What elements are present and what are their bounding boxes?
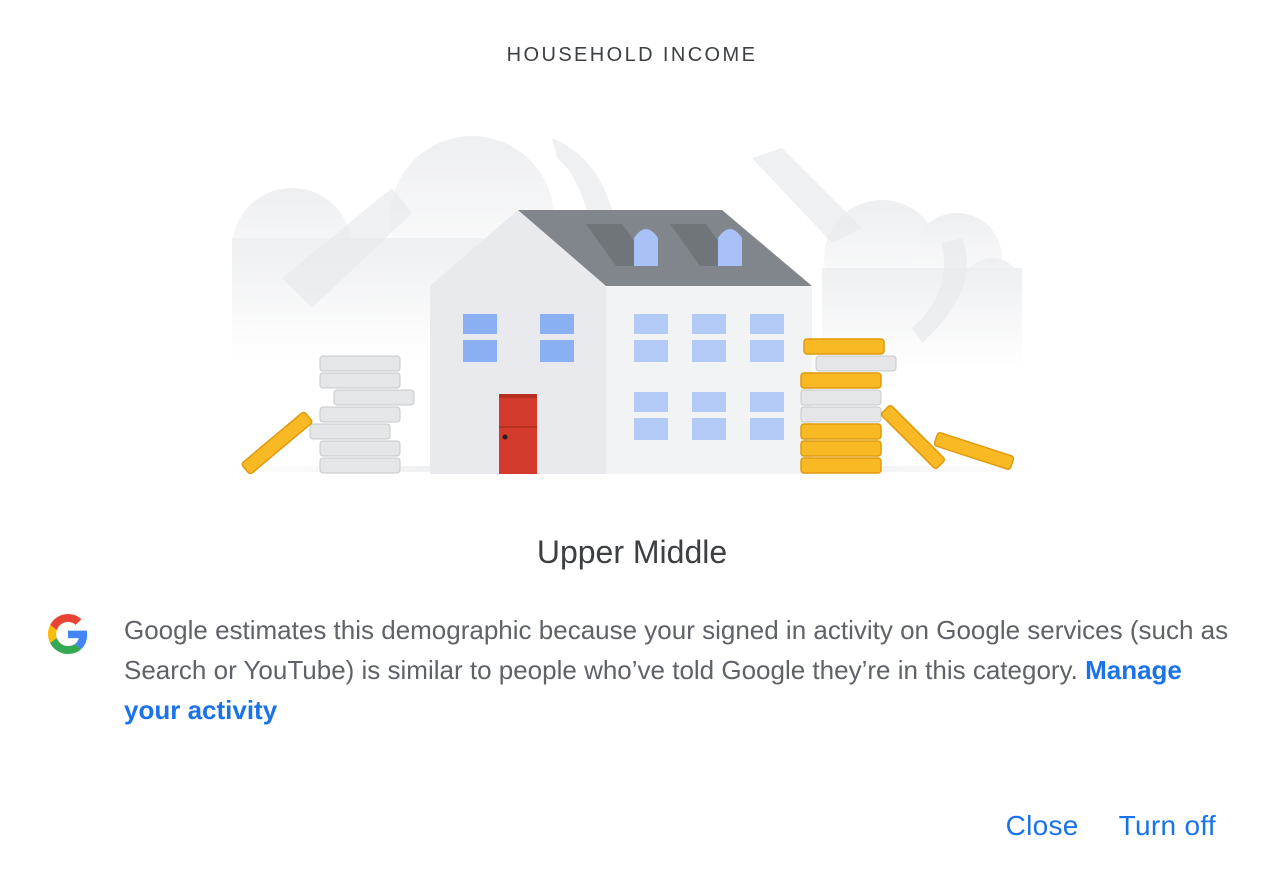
household-income-dialog: HOUSEHOLD INCOME Upper Middle Google est… — [0, 0, 1264, 884]
house-with-coins-illustration — [222, 136, 1042, 475]
explanation-text: Google estimates this demographic becaus… — [124, 610, 1244, 730]
dialog-eyebrow: HOUSEHOLD INCOME — [506, 44, 758, 66]
house — [430, 210, 812, 474]
dialog-actions: Close Turn off — [998, 806, 1224, 846]
google-g-icon — [48, 614, 88, 654]
turn-off-button[interactable]: Turn off — [1111, 806, 1224, 846]
explanation-body: Google estimates this demographic becaus… — [124, 615, 1229, 685]
left-coin-stack — [241, 355, 415, 475]
close-button[interactable]: Close — [998, 806, 1087, 846]
demographic-value: Upper Middle — [536, 534, 728, 570]
